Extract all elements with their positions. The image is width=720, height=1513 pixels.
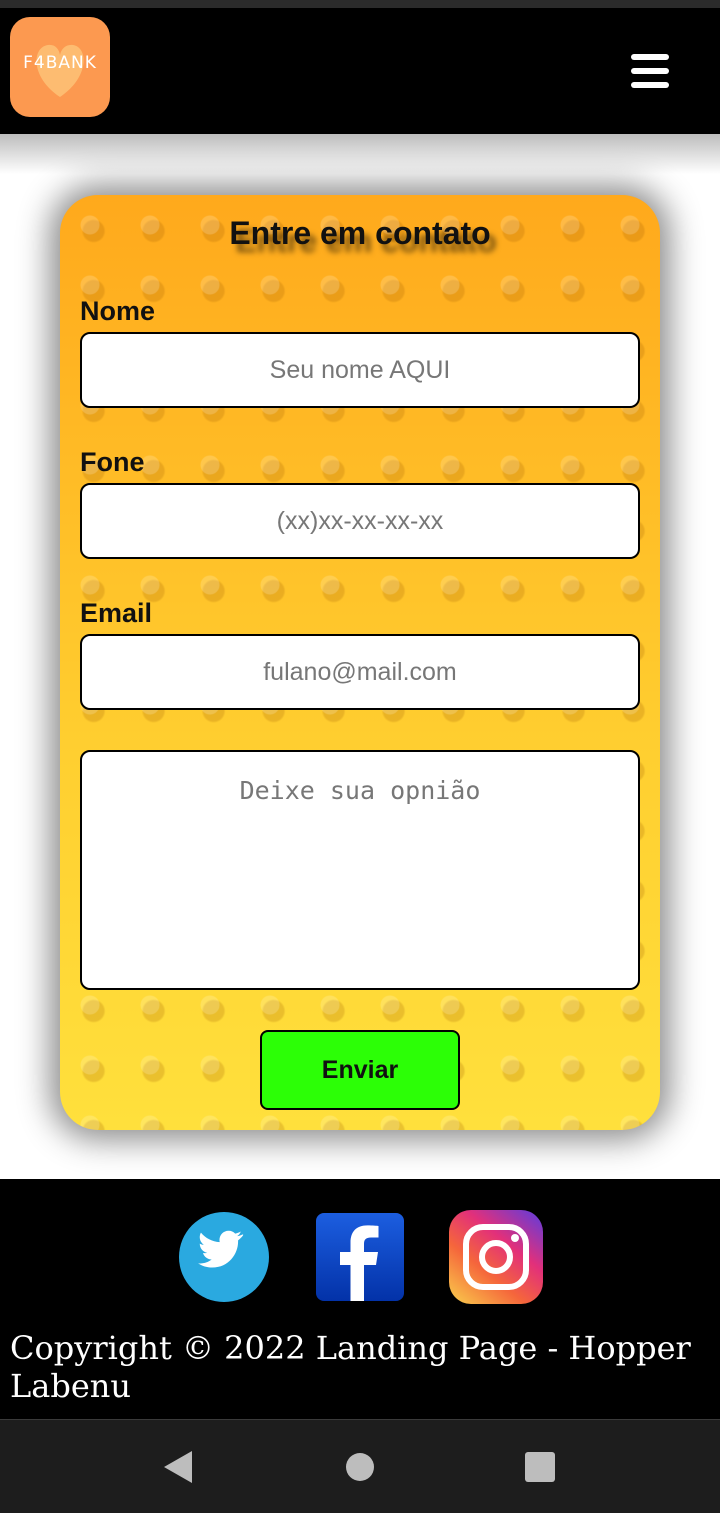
footer: Copyright © 2022 Landing Page - Hopper L… <box>0 1179 720 1419</box>
submit-button[interactable]: Enviar <box>260 1030 460 1110</box>
name-input[interactable] <box>80 332 640 408</box>
phone-label: Fone <box>80 447 145 477</box>
brand-logo[interactable]: F4BANK <box>10 17 110 117</box>
message-textarea[interactable] <box>80 750 640 990</box>
back-icon[interactable] <box>160 1449 196 1485</box>
home-icon[interactable] <box>344 1451 376 1483</box>
top-header: F4BANK <box>0 8 720 134</box>
logo-text: F4BANK <box>23 53 97 73</box>
instagram-icon[interactable] <box>449 1210 543 1304</box>
name-label: Nome <box>80 296 156 326</box>
form-title: Entre em contato <box>229 215 491 251</box>
header-shadow <box>0 134 720 174</box>
email-label: Email <box>80 598 153 628</box>
system-navigation-bar <box>0 1419 720 1513</box>
contact-form-card: Entre em contato Nome Fone Email Enviar <box>60 195 660 1130</box>
email-input[interactable] <box>80 634 640 710</box>
status-bar-strip <box>0 0 720 8</box>
recents-icon[interactable] <box>524 1451 556 1483</box>
hamburger-menu-icon[interactable] <box>628 52 672 90</box>
copyright-text: Copyright © 2022 Landing Page - Hopper L… <box>10 1329 691 1405</box>
twitter-icon[interactable] <box>179 1212 269 1302</box>
facebook-icon[interactable] <box>316 1213 404 1301</box>
phone-input[interactable] <box>80 483 640 559</box>
